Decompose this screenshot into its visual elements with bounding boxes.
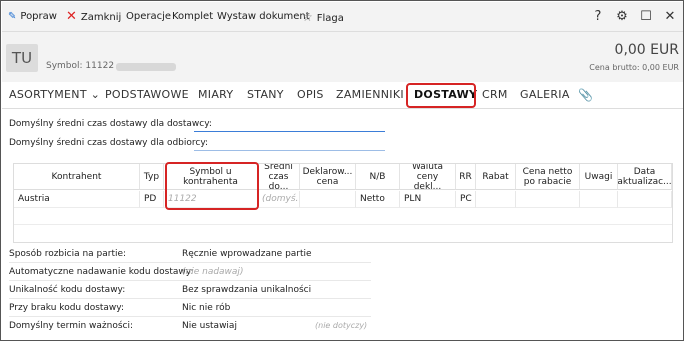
- cell-rr[interactable]: PC: [456, 191, 476, 208]
- pencil-icon: ✎: [8, 11, 17, 22]
- col-rr[interactable]: RR: [456, 164, 476, 190]
- cell-deklarowana-cena[interactable]: [300, 191, 356, 208]
- prop-value[interactable]: (nie nadawaj): [182, 263, 243, 281]
- symbol-highlight: [165, 162, 259, 210]
- col-deklarowana-cena[interactable]: Deklarow... cena: [300, 164, 356, 190]
- symbol-text: Symbol: 11122: [46, 61, 115, 71]
- prop-extra: (nie dotyczy): [315, 321, 368, 330]
- prop-value[interactable]: Nic nie rób: [182, 299, 230, 317]
- tab-galeria[interactable]: GALERIA: [520, 82, 570, 108]
- prop-value[interactable]: Ręcznie wprowadzane partie: [182, 245, 312, 263]
- tab-stany[interactable]: STANY: [247, 82, 284, 108]
- suppliers-table: Kontrahent Typ Symbol u kontrahenta Śred…: [13, 163, 673, 243]
- col-sredni-czas[interactable]: Średni czas do...: [258, 164, 300, 190]
- avatar: TU: [6, 44, 38, 72]
- cell-waluta[interactable]: PLN: [400, 191, 456, 208]
- zamknij-label: Zamknij: [80, 12, 122, 23]
- tab-highlight: [406, 83, 476, 108]
- close-icon[interactable]: ✕: [660, 2, 680, 32]
- col-nb[interactable]: N/B: [356, 164, 400, 190]
- tab-asortyment[interactable]: ASORTYMENT ⌄: [9, 82, 100, 108]
- cell-rabat[interactable]: [476, 191, 516, 208]
- price-total: 0,00 EUR: [614, 42, 679, 58]
- avg-supplier-label: Domyślny średni czas dostawy dla dostawc…: [9, 119, 212, 129]
- prop-label: Unikalność kodu dostawy:: [9, 285, 126, 295]
- tab-opis[interactable]: OPIS: [297, 82, 324, 108]
- cell-sredni-czas[interactable]: (domyś...: [258, 191, 300, 208]
- cell-cena-netto[interactable]: [516, 191, 580, 208]
- cell-data-aktualizacji[interactable]: [618, 191, 672, 208]
- col-waluta[interactable]: Waluta ceny dekl...: [400, 164, 456, 190]
- avg-recipient-label: Domyślny średni czas dostawy dla odbiorc…: [9, 138, 209, 148]
- cell-nb[interactable]: Netto: [356, 191, 400, 208]
- avg-recipient-input[interactable]: [194, 136, 385, 151]
- col-uwagi[interactable]: Uwagi: [580, 164, 618, 190]
- window: ✎ Popraw ✕ Zamknij Operacje Komplet Wystaw…: [0, 0, 684, 341]
- close-x-icon: ✕: [66, 9, 77, 24]
- operacje-button[interactable]: Operacje: [126, 2, 171, 32]
- col-rabat[interactable]: Rabat: [476, 164, 516, 190]
- redacted-name: [116, 63, 176, 71]
- prop-row-unikalnosc[interactable]: Unikalność kodu dostawy: Bez sprawdzania…: [9, 281, 371, 299]
- prop-row-termin[interactable]: Domyślny termin ważności: Nie ustawiaj (…: [9, 317, 371, 335]
- star-icon: ☆: [302, 10, 313, 24]
- prop-label: Sposób rozbicia na partie:: [9, 249, 127, 259]
- flaga-button[interactable]: ☆ Flaga: [302, 2, 344, 32]
- zamknij-button[interactable]: ✕ Zamknij: [66, 2, 121, 32]
- tab-zamienniki[interactable]: ZAMIENNIKI: [336, 82, 404, 108]
- col-kontrahent[interactable]: Kontrahent: [14, 164, 140, 190]
- price-brutto: Cena brutto: 0,00 EUR: [589, 63, 679, 72]
- popraw-label: Popraw: [20, 11, 57, 22]
- wystaw-dokument-button[interactable]: Wystaw dokument: [217, 2, 310, 32]
- maximize-icon[interactable]: ☐: [636, 2, 656, 32]
- toolbar: ✎ Popraw ✕ Zamknij Operacje Komplet Wystaw…: [2, 2, 683, 32]
- tab-podstawowe[interactable]: PODSTAWOWE: [105, 82, 189, 108]
- tab-miary[interactable]: MIARY: [198, 82, 233, 108]
- komplet-button[interactable]: Komplet: [172, 2, 213, 32]
- prop-row-brak-kodu[interactable]: Przy braku kodu dostawy: Nic nie rób: [9, 299, 371, 317]
- col-typ[interactable]: Typ: [140, 164, 164, 190]
- prop-value[interactable]: Nie ustawiaj: [182, 317, 237, 335]
- cell-typ[interactable]: PD: [140, 191, 164, 208]
- empty-row[interactable]: [14, 225, 672, 242]
- empty-row[interactable]: [14, 208, 672, 225]
- tab-crm[interactable]: CRM: [482, 82, 508, 108]
- cell-kontrahent[interactable]: Austria: [14, 191, 140, 208]
- flaga-label: Flaga: [316, 13, 344, 24]
- col-cena-netto[interactable]: Cena netto po rabacie: [516, 164, 580, 190]
- prop-label: Przy braku kodu dostawy:: [9, 303, 125, 313]
- avg-supplier-input[interactable]: [194, 117, 385, 132]
- popraw-button[interactable]: ✎ Popraw: [8, 2, 57, 32]
- prop-row-auto-kod[interactable]: Automatyczne nadawanie kodu dostawy: (ni…: [9, 263, 371, 281]
- col-data-aktualizacji[interactable]: Data aktualizac...: [618, 164, 672, 190]
- record-header: TU Symbol: 11122 0,00 EUR Cena brutto: 0…: [2, 32, 683, 82]
- prop-label: Automatyczne nadawanie kodu dostawy:: [9, 267, 194, 277]
- paperclip-icon[interactable]: 📎: [578, 82, 593, 108]
- prop-label: Domyślny termin ważności:: [9, 321, 134, 331]
- help-icon[interactable]: ?: [588, 2, 608, 32]
- prop-row-partie[interactable]: Sposób rozbicia na partie: Ręcznie wprow…: [9, 245, 371, 263]
- cell-uwagi[interactable]: [580, 191, 618, 208]
- prop-value[interactable]: Bez sprawdzania unikalności: [182, 281, 311, 299]
- gear-icon[interactable]: ⚙: [612, 2, 632, 32]
- tab-bar: ASORTYMENT ⌄ PODSTAWOWE MIARY STANY OPIS…: [2, 82, 683, 109]
